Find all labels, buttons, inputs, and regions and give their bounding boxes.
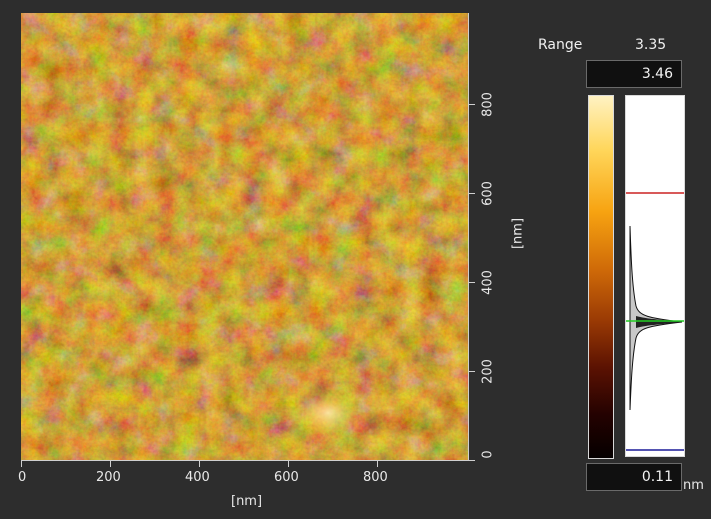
range-label: Range bbox=[538, 37, 583, 53]
x-tick-mark bbox=[288, 461, 289, 467]
histogram-plot bbox=[626, 192, 684, 451]
y-axis-line bbox=[468, 13, 469, 461]
y-tick-mark bbox=[469, 104, 475, 105]
y-axis-title: [nm] bbox=[510, 217, 526, 250]
afm-texture bbox=[21, 13, 468, 460]
colorbar-max-field[interactable]: 3.46 bbox=[586, 60, 682, 88]
y-tick-label: 0 bbox=[480, 450, 496, 459]
x-tick-label: 800 bbox=[363, 470, 388, 485]
afm-height-image[interactable] bbox=[21, 13, 468, 460]
histogram-peak bbox=[636, 316, 682, 328]
x-tick-mark bbox=[377, 461, 378, 467]
height-colorbar bbox=[588, 95, 614, 459]
y-tick-label: 800 bbox=[480, 92, 496, 117]
colorbar-min-field[interactable]: 0.11 bbox=[586, 463, 682, 491]
x-tick-mark bbox=[21, 461, 22, 467]
y-tick-label: 400 bbox=[480, 270, 496, 295]
y-tick-mark bbox=[469, 193, 475, 194]
unit-label: nm bbox=[683, 478, 704, 493]
y-tick-mark bbox=[469, 282, 475, 283]
x-tick-label: 400 bbox=[185, 470, 210, 485]
y-tick-label: 200 bbox=[480, 359, 496, 384]
x-axis-line bbox=[21, 460, 469, 461]
afm-viewer-window: 0 200 400 600 800 [nm] 0 200 400 600 800… bbox=[0, 0, 711, 519]
x-tick-label: 0 bbox=[18, 470, 27, 485]
y-tick-mark bbox=[469, 460, 475, 461]
x-tick-label: 200 bbox=[96, 470, 121, 485]
y-tick-mark bbox=[469, 371, 475, 372]
height-histogram[interactable] bbox=[625, 95, 685, 457]
y-tick-label: 600 bbox=[480, 181, 496, 206]
range-value: 3.35 bbox=[635, 37, 667, 53]
x-tick-mark bbox=[199, 461, 200, 467]
x-tick-label: 600 bbox=[274, 470, 299, 485]
x-tick-mark bbox=[110, 461, 111, 467]
x-axis-title: [nm] bbox=[231, 494, 263, 509]
